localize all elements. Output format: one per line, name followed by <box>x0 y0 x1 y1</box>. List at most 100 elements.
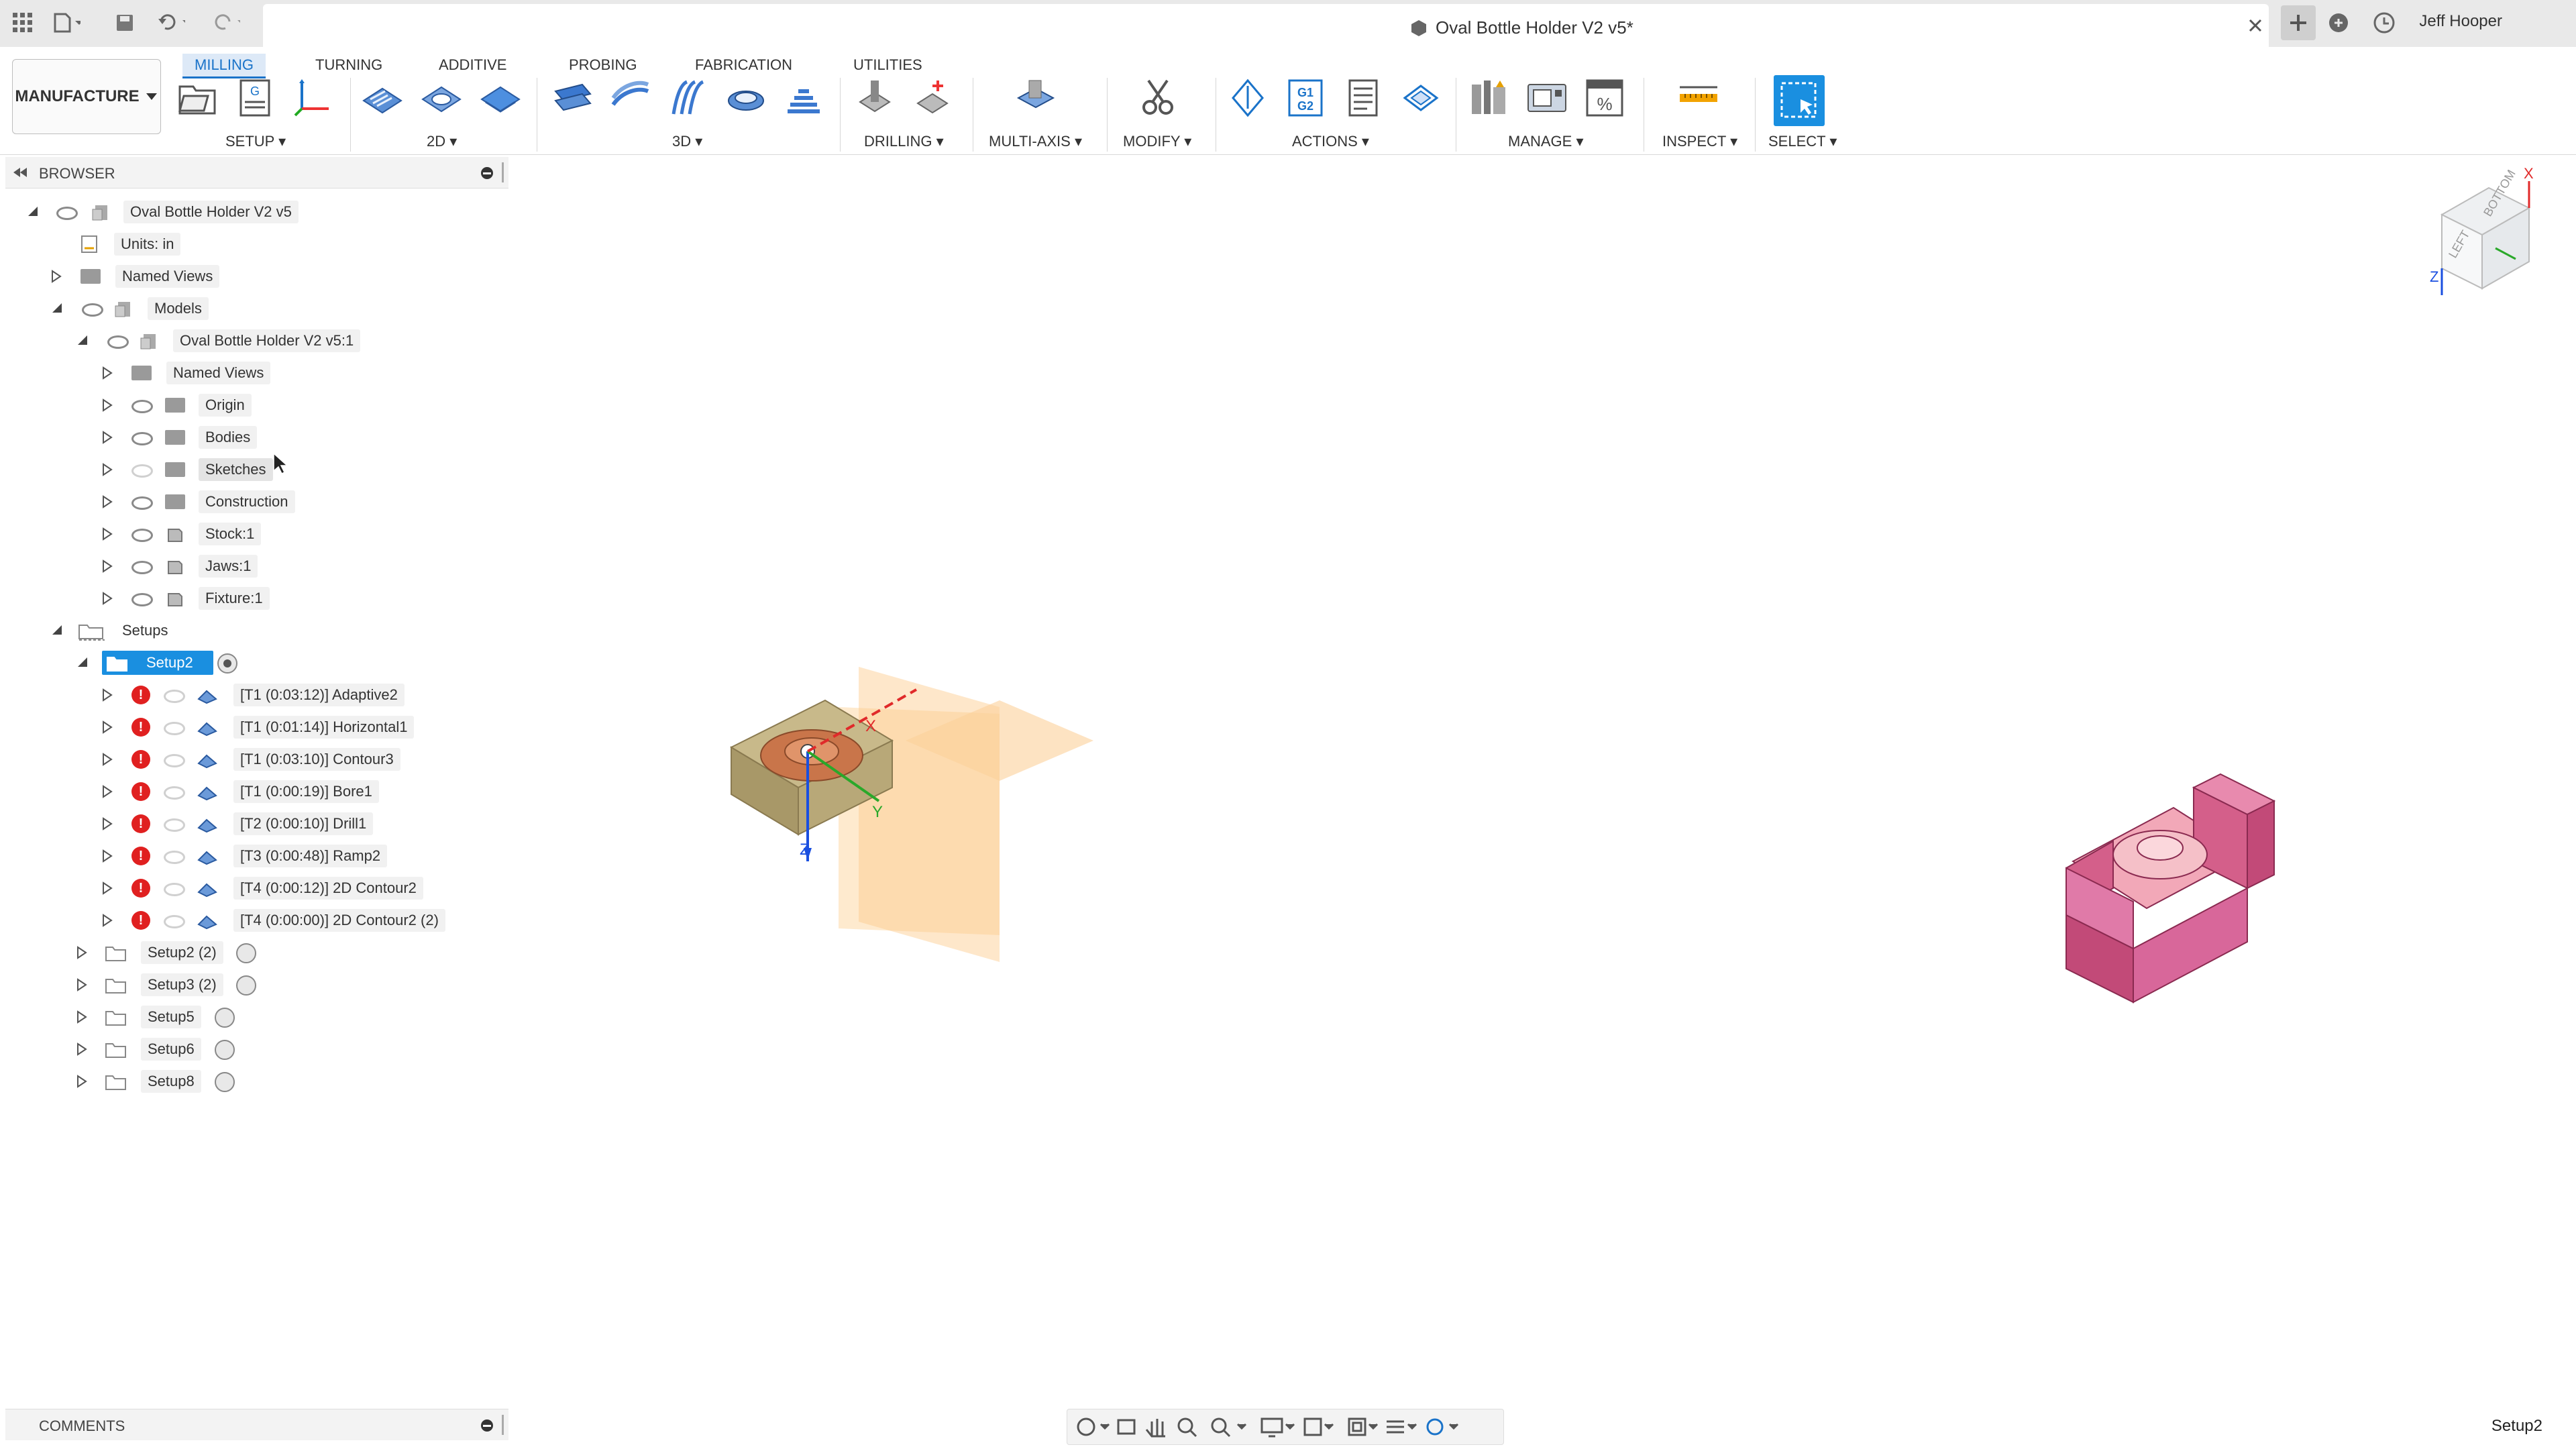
job-status-icon[interactable] <box>2371 9 2398 36</box>
nc-program-percent-icon[interactable]: % <box>1583 76 1626 119</box>
viewports-icon[interactable] <box>1348 1417 1379 1436</box>
visibility-eye-off-icon[interactable] <box>164 818 185 832</box>
2d-adaptive-icon[interactable] <box>361 76 404 119</box>
tab-milling[interactable]: MILLING <box>182 54 266 78</box>
group-multi-axis[interactable]: MULTI-AXIS ▾ <box>989 133 1082 150</box>
tab-additive[interactable]: ADDITIVE <box>427 54 519 76</box>
setup-model-preview[interactable]: Z Y X <box>729 667 1093 962</box>
expand-closed-icon[interactable] <box>76 946 87 959</box>
measure-icon[interactable] <box>1677 76 1720 119</box>
visibility-eye-off-icon[interactable] <box>164 883 185 896</box>
panel-resize-handle[interactable] <box>502 1415 504 1435</box>
close-tab-icon[interactable] <box>2242 12 2269 39</box>
visibility-eye-icon[interactable] <box>131 561 153 574</box>
expand-closed-icon[interactable] <box>76 978 87 991</box>
visibility-eye-icon[interactable] <box>131 593 153 606</box>
comments-panel[interactable]: COMMENTS <box>5 1409 508 1440</box>
3d-contour-icon[interactable] <box>782 76 825 119</box>
undo-icon[interactable] <box>158 9 185 36</box>
group-3d[interactable]: 3D ▾ <box>672 133 702 150</box>
group-inspect[interactable]: INSPECT ▾ <box>1662 133 1737 150</box>
visibility-eye-icon[interactable] <box>131 529 153 542</box>
expand-closed-icon[interactable] <box>102 431 113 444</box>
orbit-icon[interactable] <box>1077 1417 1110 1436</box>
panel-resize-handle[interactable] <box>502 162 504 182</box>
setup-active-radio[interactable] <box>236 943 256 963</box>
setup-active-radio[interactable] <box>236 975 256 996</box>
tab-turning[interactable]: TURNING <box>303 54 394 76</box>
3d-viewport[interactable]: Z Y X <box>517 157 2576 1405</box>
visibility-eye-icon[interactable] <box>131 496 153 510</box>
group-actions[interactable]: ACTIONS ▾ <box>1292 133 1369 150</box>
tab-fabrication[interactable]: FABRICATION <box>683 54 804 76</box>
drill-icon[interactable] <box>853 76 896 119</box>
tab-probing[interactable]: PROBING <box>557 54 649 76</box>
panel-options-icon[interactable] <box>480 166 494 180</box>
save-icon[interactable] <box>111 9 138 36</box>
visibility-eye-off-icon[interactable] <box>164 851 185 864</box>
expand-closed-icon[interactable] <box>51 270 62 283</box>
group-drilling[interactable]: DRILLING ▾ <box>864 133 944 150</box>
expand-open-icon[interactable] <box>51 302 63 314</box>
visibility-eye-off-icon[interactable] <box>164 690 185 703</box>
pan-icon[interactable] <box>1145 1419 1165 1438</box>
new-setup-icon[interactable] <box>176 76 219 119</box>
layers-icon[interactable] <box>1387 1420 1417 1434</box>
2d-pocket-icon[interactable] <box>420 76 463 119</box>
setup-active-radio[interactable] <box>215 1072 235 1092</box>
expand-closed-icon[interactable] <box>102 463 113 476</box>
active-setup-radio[interactable] <box>217 653 237 674</box>
viewport-canvas[interactable]: Z Y X <box>517 157 2576 1405</box>
group-2d[interactable]: 2D ▾ <box>427 133 457 150</box>
expand-closed-icon[interactable] <box>102 495 113 508</box>
zoom-window-icon[interactable] <box>1211 1417 1247 1438</box>
expand-closed-icon[interactable] <box>102 753 113 766</box>
visibility-eye-off-icon[interactable] <box>164 722 185 735</box>
document-tab[interactable]: Oval Bottle Holder V2 v5* <box>263 4 2269 47</box>
visibility-eye-icon[interactable] <box>82 303 103 317</box>
expand-closed-icon[interactable] <box>102 914 113 927</box>
generate-icon[interactable] <box>1399 76 1442 119</box>
post-process-icon[interactable]: G <box>233 76 276 119</box>
machine-library-icon[interactable] <box>1525 76 1568 119</box>
expand-open-icon[interactable] <box>27 205 39 217</box>
file-menu-icon[interactable] <box>54 9 80 36</box>
grid-settings-icon[interactable] <box>1303 1417 1334 1436</box>
3d-adaptive-icon[interactable] <box>551 76 594 119</box>
2d-face-icon[interactable] <box>479 76 522 119</box>
expand-open-icon[interactable] <box>76 656 89 668</box>
multi-axis-icon[interactable] <box>1014 76 1057 119</box>
scissors-icon[interactable] <box>1136 76 1179 119</box>
select-tool-icon[interactable] <box>1774 75 1825 126</box>
fixture-model[interactable] <box>2065 773 2276 1004</box>
group-select[interactable]: SELECT ▾ <box>1768 133 1837 150</box>
redo-icon[interactable] <box>213 9 240 36</box>
expand-open-icon[interactable] <box>76 334 89 346</box>
3d-scallop-icon[interactable] <box>724 76 767 119</box>
visibility-eye-icon[interactable] <box>131 432 153 445</box>
expand-closed-icon[interactable] <box>76 1010 87 1024</box>
expand-closed-icon[interactable] <box>102 527 113 541</box>
expand-closed-icon[interactable] <box>102 366 113 380</box>
expand-closed-icon[interactable] <box>102 785 113 798</box>
setup-active-radio[interactable] <box>215 1040 235 1060</box>
viewcube[interactable]: BOTTOM LEFT X Z <box>2428 165 2549 302</box>
tab-utilities[interactable]: UTILITIES <box>841 54 934 76</box>
group-manage[interactable]: MANAGE ▾ <box>1508 133 1584 150</box>
3d-pocket-icon[interactable] <box>609 76 652 119</box>
new-tab-icon[interactable] <box>2281 5 2316 40</box>
hole-recognition-icon[interactable] <box>911 76 954 119</box>
expand-closed-icon[interactable] <box>102 720 113 734</box>
expand-closed-icon[interactable] <box>102 398 113 412</box>
expand-closed-icon[interactable] <box>102 592 113 605</box>
setup-active-radio[interactable] <box>215 1008 235 1028</box>
expand-closed-icon[interactable] <box>102 881 113 895</box>
expand-closed-icon[interactable] <box>102 688 113 702</box>
wcs-origin-icon[interactable] <box>291 76 334 119</box>
visibility-eye-off-icon[interactable] <box>164 754 185 767</box>
expand-closed-icon[interactable] <box>102 849 113 863</box>
group-setup[interactable]: SETUP ▾ <box>225 133 286 150</box>
sync-icon[interactable] <box>1426 1418 1459 1436</box>
expand-closed-icon[interactable] <box>102 817 113 830</box>
visibility-eye-off-icon[interactable] <box>164 786 185 800</box>
